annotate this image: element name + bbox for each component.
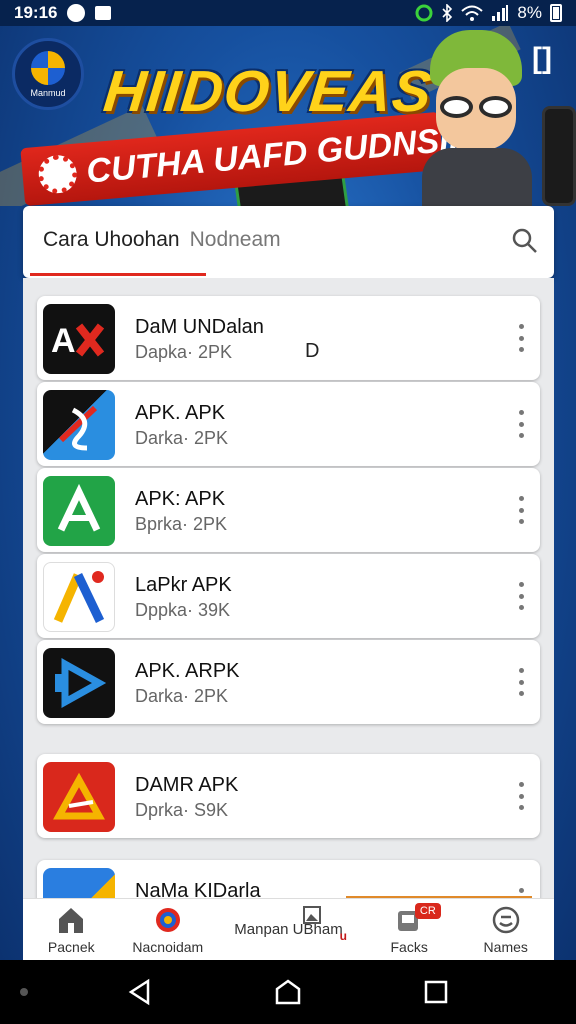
more-options-icon[interactable]: [514, 668, 528, 696]
search-title-text: Cara Uhoohan: [43, 228, 180, 251]
nav-label: Names: [483, 939, 528, 955]
app-list[interactable]: A DaM UNDalan Dapka· 2PK D APK. APK Dark…: [23, 278, 554, 898]
search-subtitle: Nodneam: [189, 228, 281, 251]
app-size: Darka· 2PK: [135, 686, 229, 706]
colorful-a-icon: [43, 562, 115, 632]
battery-percent: 8%: [517, 3, 542, 22]
more-options-icon[interactable]: [514, 496, 528, 524]
location-icon: [415, 4, 433, 22]
bluetooth-icon: [442, 4, 453, 22]
search-title: Cara Uhoohan Nodneam: [43, 228, 281, 252]
list-item[interactable]: APK. ARPK Darka· 2PK: [37, 640, 540, 724]
bracket-icon: []: [532, 42, 552, 75]
nav-item-discover[interactable]: Nacnoidam: [120, 899, 217, 960]
nav-item-names[interactable]: Names: [457, 899, 554, 960]
nav-item-home[interactable]: Pacnek: [23, 899, 120, 960]
back-icon[interactable]: [126, 978, 154, 1006]
svg-text:A: A: [51, 322, 76, 360]
green-a-icon: [43, 476, 115, 546]
red-triangle-icon: [43, 762, 115, 832]
phone-illustration: [542, 106, 576, 206]
nav-label: Facks: [390, 939, 428, 955]
list-item[interactable]: LaPkr APK Dppka· 39K: [37, 554, 540, 638]
app-name: DaM UNDalan: [135, 316, 264, 338]
u-mark: u: [339, 929, 347, 943]
notification-badge: CR: [414, 903, 441, 919]
banner-ribbon: CUTHA UAFD GUDNSIIN: [20, 111, 484, 206]
logo-text: Manmud: [30, 87, 66, 98]
more-options-icon[interactable]: [514, 582, 528, 610]
app-name: APK: APK: [135, 488, 226, 510]
app-name: NaMa KIDarla: [135, 880, 261, 898]
app-size: Dapka· 2PK: [135, 342, 233, 362]
list-item[interactable]: NaMa KIDarla: [37, 860, 540, 898]
nav-label: Manpan UBham: [234, 921, 343, 938]
promo-banner[interactable]: Manmud HIIDOVEAS CUTHA UAFD GUDNSIIN []: [0, 26, 576, 206]
nav-item-center[interactable]: Manpan UBham u: [216, 899, 361, 960]
app-size: Bprka· 2PK: [135, 514, 228, 534]
app-size: Dppka· 39K: [135, 600, 231, 620]
more-options-icon[interactable]: [514, 410, 528, 438]
system-nav-bar: [0, 960, 576, 1024]
color-circle-icon: [155, 908, 180, 932]
more-options-icon[interactable]: [514, 888, 528, 898]
nav-item-packs[interactable]: CR Facks: [361, 899, 458, 960]
banner-title: HIIDOVEAS: [100, 59, 436, 124]
status-time: 19:16: [14, 3, 58, 22]
app-name: APK. ARPK: [135, 660, 240, 682]
search-header[interactable]: Cara Uhoohan Nodneam: [23, 206, 554, 278]
more-options-icon[interactable]: [514, 782, 528, 810]
status-bar: 19:16 8%: [0, 0, 576, 26]
recents-icon[interactable]: [422, 978, 450, 1006]
home-button-icon[interactable]: [274, 978, 302, 1006]
mascot-body: [422, 148, 532, 206]
list-item[interactable]: APK: APK Bprka· 2PK: [37, 468, 540, 552]
message-icon: [95, 6, 112, 20]
list-item[interactable]: DAMR APK Dprka· S9K: [37, 754, 540, 838]
list-item[interactable]: APK. APK Darka· 2PK: [37, 382, 540, 466]
app-size: Darka· 2PK: [135, 428, 229, 448]
list-item[interactable]: A DaM UNDalan Dapka· 2PK D: [37, 296, 540, 380]
search-icon[interactable]: [512, 228, 538, 254]
app-name: DAMR APK: [135, 774, 239, 796]
notification-icon: [67, 4, 86, 22]
more-options-icon[interactable]: [514, 324, 528, 352]
mascot-glasses: [440, 96, 512, 118]
battery-icon: [550, 4, 562, 22]
cursor-glyph: D: [305, 340, 320, 362]
nav-label: Pacnek: [47, 939, 95, 955]
status-right: 8%: [415, 3, 562, 23]
app-logo[interactable]: Manmud: [12, 38, 84, 110]
indicator-dot-icon: [20, 988, 28, 996]
app-name: APK. APK: [135, 402, 226, 424]
gallery-icon: [303, 906, 322, 924]
wifi-icon: [461, 5, 484, 21]
logo-emblem-icon: [31, 50, 65, 85]
app-size: Dprka· S9K: [135, 800, 229, 820]
puzzle-arrow-icon: [43, 390, 115, 460]
gear-icon: [37, 153, 79, 195]
nav-label: Nacnoidam: [132, 939, 204, 955]
mascot-illustration: [416, 30, 536, 206]
blue-yellow-icon: [43, 868, 115, 898]
app-name: LaPkr APK: [135, 574, 232, 596]
play-d-icon: [43, 648, 115, 718]
signal-icon: [492, 5, 509, 21]
smiley-icon: [492, 906, 519, 934]
home-icon: [59, 908, 84, 933]
bottom-nav: Pacnek Nacnoidam Manpan UBham u CR Facks…: [23, 898, 554, 960]
ax-logo-icon: A: [43, 304, 115, 374]
active-tab-indicator: [30, 273, 206, 276]
